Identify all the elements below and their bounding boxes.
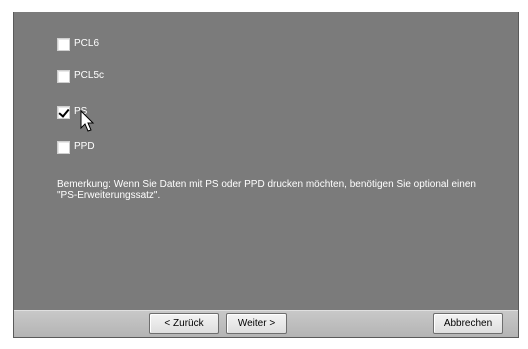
next-button[interactable]: Weiter > [226,313,287,334]
checkbox-pcl6[interactable] [57,37,70,51]
option-pcl5c[interactable]: PCL5c [57,69,104,83]
option-label: PPD [74,141,95,152]
mouse-pointer-icon [80,110,95,132]
back-button[interactable]: < Zurück [149,313,219,334]
note-text: Bemerkung: Wenn Sie Daten mit PS oder PP… [57,179,476,201]
cancel-button[interactable]: Abbrechen [433,313,503,334]
option-label: PCL5c [74,70,105,81]
checkbox-pcl5c[interactable] [57,69,70,83]
checkbox-ppd[interactable] [57,140,70,154]
option-ppd[interactable]: PPD [57,140,95,154]
checkbox-ps[interactable] [57,105,70,119]
option-label: PCL6 [74,38,100,49]
option-pcl6[interactable]: PCL6 [57,37,99,51]
options-panel [14,12,518,310]
